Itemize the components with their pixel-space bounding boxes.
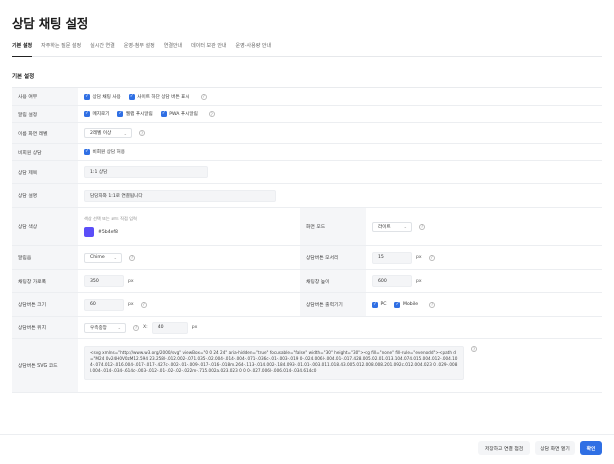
width-label: 채팅창 가로폭 <box>12 270 78 292</box>
show-button-checkbox[interactable]: ✓ 사이트 하단 상담 버튼 표시 <box>128 93 190 100</box>
color-label: 상담 색상 <box>12 208 78 245</box>
tab-data-retention[interactable]: 데이터 보관 안내 <box>191 41 226 57</box>
height-input[interactable]: 600 <box>372 275 412 287</box>
chevron-down-icon: ⌄ <box>113 255 117 260</box>
check-icon: ✓ <box>117 111 124 117</box>
usage-label: 사용 여부 <box>12 88 78 105</box>
check-icon: ✓ <box>394 301 401 308</box>
desc-input[interactable]: 담당자와 1:1로 연결됩니다 <box>84 189 276 202</box>
help-icon[interactable]: ? <box>428 254 435 261</box>
open-chat-screen-button[interactable]: 상담 화면 열기 <box>535 441 575 455</box>
btn-size-unit: px <box>128 302 134 307</box>
position-label: 상담버튼 위치 <box>12 317 78 338</box>
section-title: 기본 설정 <box>12 74 35 80</box>
save-and-check-button[interactable]: 저장하고 연결 점검 <box>478 441 530 455</box>
help-icon[interactable]: ? <box>471 346 477 352</box>
pwa-push-checkbox[interactable]: ✓ PWA 푸시알림 <box>160 111 198 117</box>
row-usage: 사용 여부 ✓ 상담 채팅 사용 ✓ 사이트 하단 상담 버튼 표시 ? <box>12 88 602 106</box>
check-icon: ✓ <box>372 301 378 308</box>
btn-size-label: 상담버튼 크기 <box>12 293 78 316</box>
help-icon[interactable]: ? <box>429 301 436 308</box>
alert-label: 알림 설정 <box>12 106 78 122</box>
width-unit: px <box>128 278 134 284</box>
row-color: 상담 색상 색상 선택 또는 코드 직접 입력 #5b4ef8 화면 모드 라이… <box>12 208 602 246</box>
help-icon[interactable]: ? <box>140 301 147 308</box>
check-icon: ✓ <box>84 149 90 155</box>
chat-enabled-checkbox[interactable]: ✓ 상담 채팅 사용 <box>84 93 121 100</box>
row-size: 채팅창 가로폭 350 px 채팅창 높이 600 px <box>12 270 602 293</box>
alert-msg-checkbox[interactable]: ✓ 메지로기 <box>84 111 109 117</box>
svg-code-textarea[interactable]: <svg xmlns="http://www.w3.org/2000/svg" … <box>84 346 464 380</box>
height-unit: px <box>416 278 422 284</box>
sound-label: 알림음 <box>12 246 78 269</box>
tab-basic[interactable]: 기본 설정 <box>12 41 33 57</box>
sound-select[interactable]: Chime ⌄ <box>84 252 122 263</box>
screen-mode-label: 화면 모드 <box>300 208 366 245</box>
level-select[interactable]: 2레벨 이상 ⌄ <box>84 128 132 138</box>
check-icon: ✓ <box>128 93 135 100</box>
btn-device-label: 상담버튼 출력기기 <box>300 293 366 316</box>
color-swatch[interactable] <box>84 227 94 237</box>
footer-divider <box>0 434 614 435</box>
x-label: X: <box>143 325 148 330</box>
chevron-down-icon: ⌄ <box>117 325 121 330</box>
height-label: 채팅창 높이 <box>300 270 366 292</box>
chevron-down-icon: ⌄ <box>123 130 127 136</box>
help-icon[interactable]: ? <box>139 130 145 136</box>
width-input[interactable]: 350 <box>84 275 124 287</box>
title-input[interactable]: 1:1 상담 <box>84 166 208 178</box>
page-title: 상담 채팅 설정 <box>12 16 89 31</box>
row-position: 상담버튼 위치 우측중앙 ⌄ ? X: 40 px <box>12 317 602 339</box>
title-label: 상담 제목 <box>12 161 78 183</box>
color-hint: 색상 선택 또는 코드 직접 입력 <box>84 216 137 221</box>
row-svg: 상담버튼 SVG 코드 <svg xmlns="http://www.w3.or… <box>12 339 602 393</box>
help-icon[interactable]: ? <box>133 324 139 331</box>
chevron-down-icon: ⌄ <box>403 224 407 229</box>
pc-checkbox[interactable]: ✓ PC <box>372 301 386 308</box>
svg-label: 상담버튼 SVG 코드 <box>12 339 78 392</box>
tab-bar: 기본 설정 자주하는 질문 설정 실시간 연결 운영-첨부 설정 연결안내 데이… <box>12 41 602 57</box>
row-alert: 알림 설정 ✓ 메지로기 ✓ 웹랩 푸시알림 ✓ PWA 푸시알림 ? <box>12 106 602 123</box>
color-value[interactable]: #5b4ef8 <box>98 230 118 235</box>
help-icon[interactable]: ? <box>129 254 135 261</box>
row-nonmember: 비회원 상담 ✓ 비회원 상담 허용 <box>12 144 602 161</box>
row-level: 이름 화면 레벨 2레벨 이상 ⌄ ? <box>12 123 602 144</box>
tab-faq[interactable]: 자주하는 질문 설정 <box>41 41 81 57</box>
help-icon[interactable]: ? <box>208 111 215 117</box>
row-sound: 알림음 Chime ⌄ ? 상담버튼 모서리 15 px ? <box>12 246 602 270</box>
settings-form: 사용 여부 ✓ 상담 채팅 사용 ✓ 사이트 하단 상담 버튼 표시 ? 알림 설정… <box>12 87 602 393</box>
check-icon: ✓ <box>160 111 167 117</box>
tab-connection[interactable]: 연결안내 <box>164 41 182 57</box>
nonmember-label: 비회원 상담 <box>12 144 78 160</box>
tab-usage[interactable]: 운영-사용량 안내 <box>236 41 272 57</box>
corner-label: 상담버튼 모서리 <box>300 246 366 269</box>
mobile-checkbox[interactable]: ✓ Mobile <box>394 301 418 308</box>
check-icon: ✓ <box>84 93 90 100</box>
level-label: 이름 화면 레벨 <box>12 123 78 143</box>
x-offset-unit: px <box>191 325 198 330</box>
screen-mode-select[interactable]: 라이트 ⌄ <box>372 221 412 232</box>
desc-label: 상담 설명 <box>12 184 78 207</box>
btn-size-input[interactable]: 60 <box>84 298 124 311</box>
row-title: 상담 제목 1:1 상담 <box>12 161 602 184</box>
tab-realtime[interactable]: 실시간 연결 <box>90 41 115 57</box>
confirm-button[interactable]: 확인 <box>580 441 602 455</box>
help-icon[interactable]: ? <box>200 93 207 100</box>
web-push-checkbox[interactable]: ✓ 웹랩 푸시알림 <box>117 111 153 117</box>
corner-input[interactable]: 15 <box>372 251 412 264</box>
row-desc: 상담 설명 담당자와 1:1로 연결됩니다 <box>12 184 602 208</box>
tab-operation[interactable]: 운영-첨부 설정 <box>124 41 155 57</box>
row-button: 상담버튼 크기 60 px ? 상담버튼 출력기기 ✓ PC ✓ Mobile ? <box>12 293 602 317</box>
nonmember-checkbox[interactable]: ✓ 비회원 상담 허용 <box>84 149 125 155</box>
help-icon[interactable]: ? <box>419 223 425 230</box>
position-select[interactable]: 우측중앙 ⌄ <box>84 322 126 333</box>
check-icon: ✓ <box>84 111 90 117</box>
corner-unit: px <box>416 255 422 260</box>
x-offset-input[interactable]: 40 <box>151 321 188 334</box>
